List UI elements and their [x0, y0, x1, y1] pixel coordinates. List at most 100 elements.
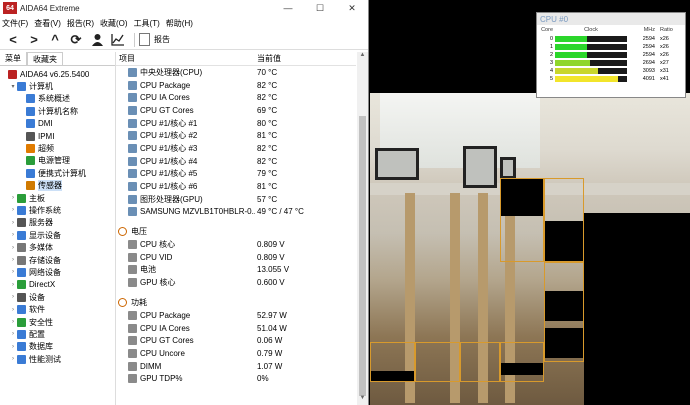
scroll-up-icon[interactable]: ▲ [357, 52, 368, 62]
tree-item[interactable]: › 存储设备 [0, 254, 115, 266]
expand-chevron-icon[interactable]: › [9, 282, 17, 288]
table-row[interactable]: DIMM 1.07 W [116, 360, 356, 373]
table-row[interactable]: GPU 核心 0.600 V [116, 276, 356, 289]
menu-help[interactable]: 帮助(H) [166, 18, 193, 29]
menu-report[interactable]: 报告(R) [67, 18, 94, 29]
table-row[interactable]: CPU Package 82 °C [116, 79, 356, 92]
tree-item[interactable]: IPMI [0, 130, 115, 142]
scrollbar-thumb[interactable] [359, 116, 366, 396]
tree-item[interactable]: › 配置 [0, 328, 115, 340]
clock-bar-fill [555, 68, 599, 74]
cpu-clock-widget[interactable]: CPU #0 Core Clock MHz Ratio 0 2594 x26 1 259… [536, 12, 686, 98]
expand-chevron-icon[interactable]: › [9, 195, 17, 201]
row-item-label: CPU GT Cores [140, 105, 194, 115]
tree-item[interactable]: 电源管理 [0, 155, 115, 167]
menu-tools[interactable]: 工具(T) [134, 18, 160, 29]
back-icon[interactable]: < [4, 32, 22, 48]
expand-chevron-icon[interactable]: › [9, 319, 17, 325]
clock-bar-fill [555, 76, 619, 82]
maximize-button[interactable]: ☐ [304, 3, 336, 14]
tree-item[interactable]: › 显示设备 [0, 229, 115, 241]
column-header-item[interactable]: 项目 [116, 53, 255, 64]
table-row[interactable]: CPU IA Cores 82 °C [116, 91, 356, 104]
expand-chevron-icon[interactable]: › [9, 331, 17, 337]
tree-item[interactable]: › 性能测试 [0, 353, 115, 365]
row-value: 0.600 V [257, 278, 285, 288]
chart-icon[interactable] [109, 32, 127, 48]
core-mhz: 4091 [642, 76, 655, 82]
table-row[interactable]: CPU Package 52.97 W [116, 309, 356, 322]
tree-item[interactable]: 便携式计算机 [0, 167, 115, 179]
tree-item[interactable]: 传感器 [0, 180, 115, 192]
tree-item[interactable]: ▾ 计算机 [0, 80, 115, 92]
tree-item[interactable]: › 主板 [0, 192, 115, 204]
expand-chevron-icon[interactable]: › [9, 245, 17, 251]
tree-item[interactable]: › 服务器 [0, 217, 115, 229]
tree-item[interactable]: AIDA64 v6.25.5400 [0, 68, 115, 80]
row-item-cell: 中央处理器(CPU) [116, 67, 255, 78]
table-row[interactable]: 图形处理器(GPU) 57 °C [116, 193, 356, 206]
table-row[interactable]: 电池 13.055 V [116, 264, 356, 277]
tree-item[interactable]: 系统概述 [0, 93, 115, 105]
tree-item[interactable]: › 数据库 [0, 341, 115, 353]
core-ratio: x26 [660, 52, 669, 58]
table-row[interactable]: CPU #1/核心 #2 81 °C [116, 129, 356, 142]
expand-chevron-icon[interactable]: › [9, 269, 17, 275]
expand-chevron-icon[interactable]: › [9, 257, 17, 263]
menu-file[interactable]: 文件(F) [2, 18, 28, 29]
expand-chevron-icon[interactable]: › [9, 344, 17, 350]
expand-chevron-icon[interactable]: › [9, 294, 17, 300]
expand-chevron-icon[interactable]: › [9, 220, 17, 226]
table-row[interactable]: CPU #1/核心 #1 80 °C [116, 117, 356, 130]
expand-chevron-icon[interactable]: › [9, 356, 17, 362]
row-item-cell: CPU #1/核心 #5 [116, 168, 255, 179]
tree-item[interactable]: › 软件 [0, 303, 115, 315]
expand-chevron-icon[interactable]: › [9, 207, 17, 213]
tree-item[interactable]: › 操作系统 [0, 204, 115, 216]
column-header-value[interactable]: 当前值 [255, 53, 281, 64]
table-row[interactable]: CPU IA Cores 51.04 W [116, 322, 356, 335]
table-row[interactable]: CPU #1/核心 #3 82 °C [116, 142, 356, 155]
table-row[interactable]: CPU VID 0.809 V [116, 251, 356, 264]
tree-item-icon [26, 168, 35, 178]
table-row[interactable]: GPU TDP% 0% [116, 372, 356, 385]
tree-item[interactable]: 计算机名称 [0, 105, 115, 117]
tree-item[interactable]: 超频 [0, 142, 115, 154]
table-row[interactable]: SAMSUNG MZVLB1T0HBLR-0... 49 °C / 47 °C [116, 206, 356, 219]
tree-item[interactable]: › 设备 [0, 291, 115, 303]
report-button[interactable]: 报告 [139, 33, 170, 46]
table-row[interactable]: CPU #1/核心 #4 82 °C [116, 155, 356, 168]
close-button[interactable]: ✕ [336, 3, 368, 14]
tree-item-label: 网络设备 [29, 267, 61, 277]
core-mhz: 3093 [642, 68, 655, 74]
user-icon[interactable] [88, 32, 106, 48]
table-row[interactable]: CPU Uncore 0.79 W [116, 347, 356, 360]
expand-chevron-icon[interactable]: › [9, 232, 17, 238]
expand-chevron-icon[interactable]: › [9, 307, 17, 313]
up-icon[interactable]: ^ [46, 32, 64, 48]
refresh-icon[interactable]: ⟳ [67, 32, 85, 48]
table-row[interactable]: CPU GT Cores 69 °C [116, 104, 356, 117]
row-item-cell: CPU GT Cores [116, 336, 255, 346]
forward-icon[interactable]: > [25, 32, 43, 48]
vertical-scrollbar[interactable]: ▲ ▼ [357, 52, 368, 405]
menu-view[interactable]: 查看(V) [34, 18, 61, 29]
tree-item[interactable]: › DirectX [0, 279, 115, 291]
table-row[interactable]: CPU #1/核心 #6 81 °C [116, 180, 356, 193]
table-row[interactable]: 中央处理器(CPU) 70 °C [116, 66, 356, 79]
minimize-button[interactable]: — [272, 3, 304, 13]
tree-item[interactable]: › 多媒体 [0, 241, 115, 253]
menu-favorites[interactable]: 收藏(O) [100, 18, 128, 29]
tree-item[interactable]: › 安全性 [0, 316, 115, 328]
table-row[interactable]: CPU GT Cores 0.06 W [116, 334, 356, 347]
table-row[interactable]: CPU 核心 0.809 V [116, 238, 356, 251]
tree-item[interactable]: DMI [0, 118, 115, 130]
tree-item[interactable]: › 网络设备 [0, 266, 115, 278]
table-row[interactable]: CPU #1/核心 #5 79 °C [116, 168, 356, 181]
row-item-label: CPU VID [140, 252, 173, 262]
expand-chevron-icon[interactable]: ▾ [9, 83, 17, 90]
tab-favorites[interactable]: 收藏夹 [27, 52, 63, 65]
tab-menu[interactable]: 菜单 [0, 52, 27, 65]
row-item-label: CPU #1/核心 #1 [140, 118, 198, 128]
scroll-down-icon[interactable]: ▼ [357, 395, 368, 405]
